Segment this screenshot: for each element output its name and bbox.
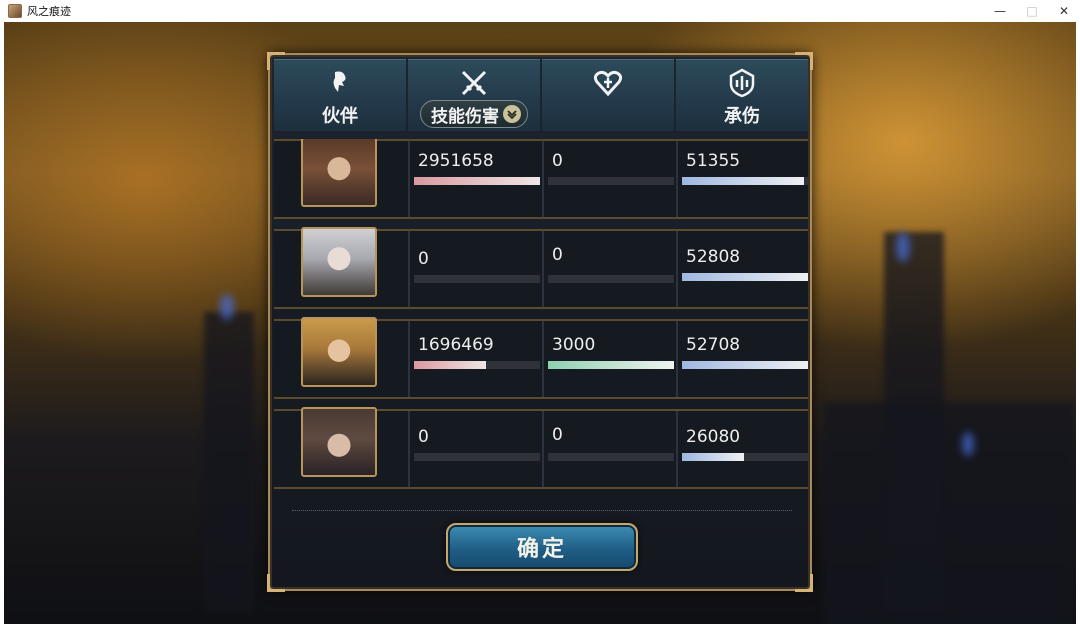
heal-value: 0 — [552, 245, 563, 265]
heal-cell: 0 — [542, 141, 676, 217]
stats-list[interactable]: 2951658 0 51355 0 0 52808 1696469 3000 5… — [274, 139, 808, 495]
taken-bar — [682, 273, 808, 281]
window-controls: — □ ✕ — [984, 0, 1080, 22]
tab-skill-damage[interactable]: 技能伤害 — [408, 59, 540, 131]
character-portrait[interactable] — [301, 407, 377, 477]
stats-row: 0 0 52808 — [274, 227, 808, 309]
damage-bar-fill — [414, 177, 540, 185]
damage-bar — [414, 361, 540, 369]
damage-value: 0 — [418, 427, 429, 447]
damage-bar — [414, 177, 540, 185]
tab-damage-taken-label: 承伤 — [724, 106, 760, 127]
character-portrait[interactable] — [301, 139, 377, 207]
maximize-button[interactable]: □ — [1016, 0, 1048, 22]
battle-stats-panel: 伙伴 技能伤害 承伤 2951658 0 51355 0 0 52808 169… — [267, 52, 813, 592]
background-ruins — [824, 402, 1074, 624]
heal-bar — [548, 361, 674, 369]
taken-bar-fill — [682, 361, 808, 369]
heal-value: 0 — [552, 425, 563, 445]
tab-partner[interactable]: 伙伴 — [274, 59, 406, 131]
heart-heal-icon — [593, 70, 623, 97]
confirm-label: 确定 — [516, 536, 567, 562]
taken-value: 52708 — [686, 335, 741, 355]
taken-cell: 51355 — [676, 141, 808, 217]
frame-corner — [795, 574, 813, 592]
taken-bar — [682, 361, 808, 369]
damage-value: 2951658 — [418, 151, 494, 171]
damage-cell: 2951658 — [408, 141, 542, 217]
damage-cell: 1696469 — [408, 321, 542, 397]
tab-damage-taken[interactable]: 承伤 — [676, 59, 808, 131]
character-portrait[interactable] — [301, 227, 377, 297]
heal-bar-fill — [548, 361, 674, 369]
heal-value: 0 — [552, 151, 563, 171]
heal-cell: 3000 — [542, 321, 676, 397]
tab-healing[interactable] — [542, 59, 674, 131]
taken-cell: 52708 — [676, 321, 808, 397]
taken-bar-fill — [682, 177, 805, 185]
heal-value: 3000 — [552, 335, 596, 355]
background-tower — [204, 312, 254, 612]
heal-bar — [548, 177, 674, 185]
crossed-swords-icon — [461, 70, 487, 96]
heal-cell: 0 — [542, 231, 676, 307]
skill-damage-dropdown[interactable]: 技能伤害 — [420, 100, 528, 128]
damage-bar — [414, 453, 540, 461]
shield-icon — [729, 68, 755, 98]
background-crystal-glow — [220, 294, 234, 320]
taken-cell: 52808 — [676, 231, 808, 307]
taken-bar-fill — [682, 453, 744, 461]
heal-cell: 0 — [542, 411, 676, 487]
stats-tabs: 伙伴 技能伤害 承伤 — [274, 59, 808, 131]
damage-value: 0 — [418, 249, 429, 269]
background-crystal-glow — [962, 432, 974, 456]
app-icon — [8, 4, 22, 18]
damage-cell: 0 — [408, 231, 542, 307]
stats-row: 1696469 3000 52708 — [274, 317, 808, 399]
damage-bar — [414, 275, 540, 283]
damage-bar-fill — [414, 361, 486, 369]
background-crystal-glow — [896, 232, 910, 262]
confirm-button[interactable]: 确定 — [446, 523, 638, 571]
stats-row: 0 0 26080 — [274, 407, 808, 489]
window-title: 风之痕迹 — [27, 5, 71, 18]
taken-cell: 26080 — [676, 411, 808, 487]
minimize-button[interactable]: — — [984, 0, 1016, 22]
tab-partner-label: 伙伴 — [322, 106, 358, 127]
chevron-down-icon — [503, 105, 521, 123]
partner-icon — [333, 71, 346, 92]
heal-bar — [548, 453, 674, 461]
taken-bar-fill — [682, 273, 808, 281]
close-button[interactable]: ✕ — [1048, 0, 1080, 22]
taken-value: 52808 — [686, 247, 741, 267]
list-scrollbar[interactable] — [292, 510, 792, 514]
game-scene-background: 伙伴 技能伤害 承伤 2951658 0 51355 0 0 52808 169… — [4, 22, 1076, 624]
game-window: 风之痕迹 — □ ✕ 伙伴 技能伤害 承伤 2951658 0 51355 0 … — [0, 0, 1080, 628]
damage-value: 1696469 — [418, 335, 494, 355]
taken-value: 51355 — [686, 151, 741, 171]
taken-value: 26080 — [686, 427, 741, 447]
stats-row: 2951658 0 51355 — [274, 139, 808, 219]
tab-skill-damage-label: 技能伤害 — [431, 106, 499, 127]
taken-bar — [682, 453, 808, 461]
frame-corner — [267, 574, 285, 592]
damage-cell: 0 — [408, 411, 542, 487]
heal-bar — [548, 275, 674, 283]
window-titlebar[interactable]: 风之痕迹 — □ ✕ — [0, 0, 1080, 22]
taken-bar — [682, 177, 808, 185]
character-portrait[interactable] — [301, 317, 377, 387]
